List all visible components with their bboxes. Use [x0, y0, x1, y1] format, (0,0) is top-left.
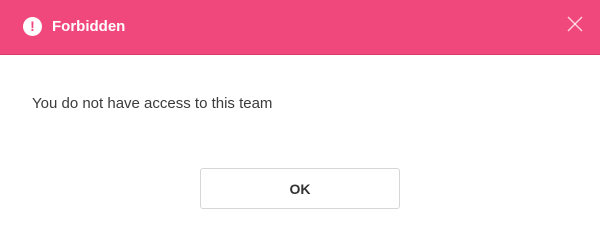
- dialog-header: ! Forbidden: [0, 0, 600, 55]
- exclamation-circle-icon: !: [23, 17, 42, 36]
- dialog-title: Forbidden: [52, 18, 126, 35]
- close-icon[interactable]: [566, 15, 584, 33]
- ok-button[interactable]: OK: [200, 168, 400, 209]
- dialog-message: You do not have access to this team: [32, 95, 273, 112]
- forbidden-dialog: ! Forbidden You do not have access to th…: [0, 0, 600, 223]
- close-button[interactable]: [566, 15, 584, 33]
